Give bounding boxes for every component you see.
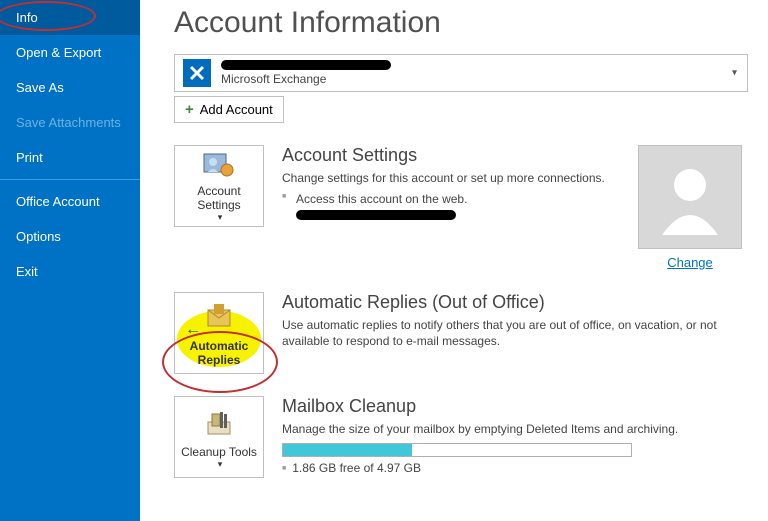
sidebar-divider bbox=[0, 179, 140, 180]
chevron-down-icon: ▾ bbox=[732, 68, 737, 79]
sidebar-item-open-export[interactable]: Open & Export bbox=[0, 35, 140, 70]
chevron-down-icon: ▾ bbox=[218, 212, 223, 223]
account-settings-button[interactable]: Account Settings▾ bbox=[174, 145, 264, 227]
sidebar-item-label: Save Attachments bbox=[16, 115, 121, 130]
storage-text: 1.86 GB free of 4.97 GB bbox=[282, 461, 748, 475]
sidebar-item-info[interactable]: Info bbox=[0, 0, 140, 35]
backstage-sidebar: Info Open & Export Save As Save Attachme… bbox=[0, 0, 140, 521]
sidebar-item-label: Exit bbox=[16, 264, 38, 279]
sidebar-item-print[interactable]: Print bbox=[0, 140, 140, 175]
sidebar-item-label: Save As bbox=[16, 80, 64, 95]
cleanup-tools-icon bbox=[201, 405, 237, 441]
button-label: Account Settings bbox=[179, 184, 259, 212]
section-desc: Use automatic replies to notify others t… bbox=[282, 317, 748, 349]
add-account-label: Add Account bbox=[200, 102, 273, 117]
section-desc: Manage the size of your mailbox by empty… bbox=[282, 421, 748, 437]
add-account-button[interactable]: + Add Account bbox=[174, 96, 284, 123]
sidebar-item-label: Options bbox=[16, 229, 61, 244]
page-title: Account Information bbox=[174, 6, 748, 40]
section-title: Mailbox Cleanup bbox=[282, 396, 748, 417]
section-desc: Change settings for this account or set … bbox=[282, 170, 614, 186]
automatic-replies-button[interactable]: ← Automatic Replies bbox=[174, 292, 264, 374]
chevron-down-icon: ▾ bbox=[218, 459, 223, 470]
button-label: Automatic Replies bbox=[179, 339, 259, 367]
account-type-label: Microsoft Exchange bbox=[221, 72, 401, 86]
plus-icon: + bbox=[185, 101, 194, 118]
automatic-replies-icon bbox=[201, 299, 237, 335]
sidebar-item-office-account[interactable]: Office Account bbox=[0, 184, 140, 219]
profile-avatar bbox=[638, 145, 742, 249]
exchange-logo-icon bbox=[183, 59, 211, 87]
section-bullet: Access this account on the web. bbox=[282, 192, 614, 206]
account-selector[interactable]: Microsoft Exchange ▾ bbox=[174, 54, 748, 92]
cleanup-tools-button[interactable]: Cleanup Tools▾ bbox=[174, 396, 264, 478]
sidebar-item-label: Info bbox=[16, 10, 38, 25]
change-photo-link[interactable]: Change bbox=[632, 255, 748, 270]
section-title: Automatic Replies (Out of Office) bbox=[282, 292, 748, 313]
sidebar-item-label: Office Account bbox=[16, 194, 100, 209]
sidebar-item-save-as[interactable]: Save As bbox=[0, 70, 140, 105]
sidebar-item-label: Print bbox=[16, 150, 43, 165]
storage-progress bbox=[282, 443, 632, 457]
sidebar-item-options[interactable]: Options bbox=[0, 219, 140, 254]
sidebar-item-exit[interactable]: Exit bbox=[0, 254, 140, 289]
button-label: Cleanup Tools bbox=[181, 445, 257, 459]
storage-progress-fill bbox=[283, 444, 412, 456]
sidebar-item-label: Open & Export bbox=[16, 45, 101, 60]
sidebar-item-save-attachments: Save Attachments bbox=[0, 105, 140, 140]
account-settings-icon bbox=[201, 150, 237, 180]
annotation-arrow-icon: ← bbox=[185, 321, 201, 339]
section-title: Account Settings bbox=[282, 145, 614, 166]
main-panel: Account Information Microsoft Exchange ▾… bbox=[140, 0, 768, 521]
